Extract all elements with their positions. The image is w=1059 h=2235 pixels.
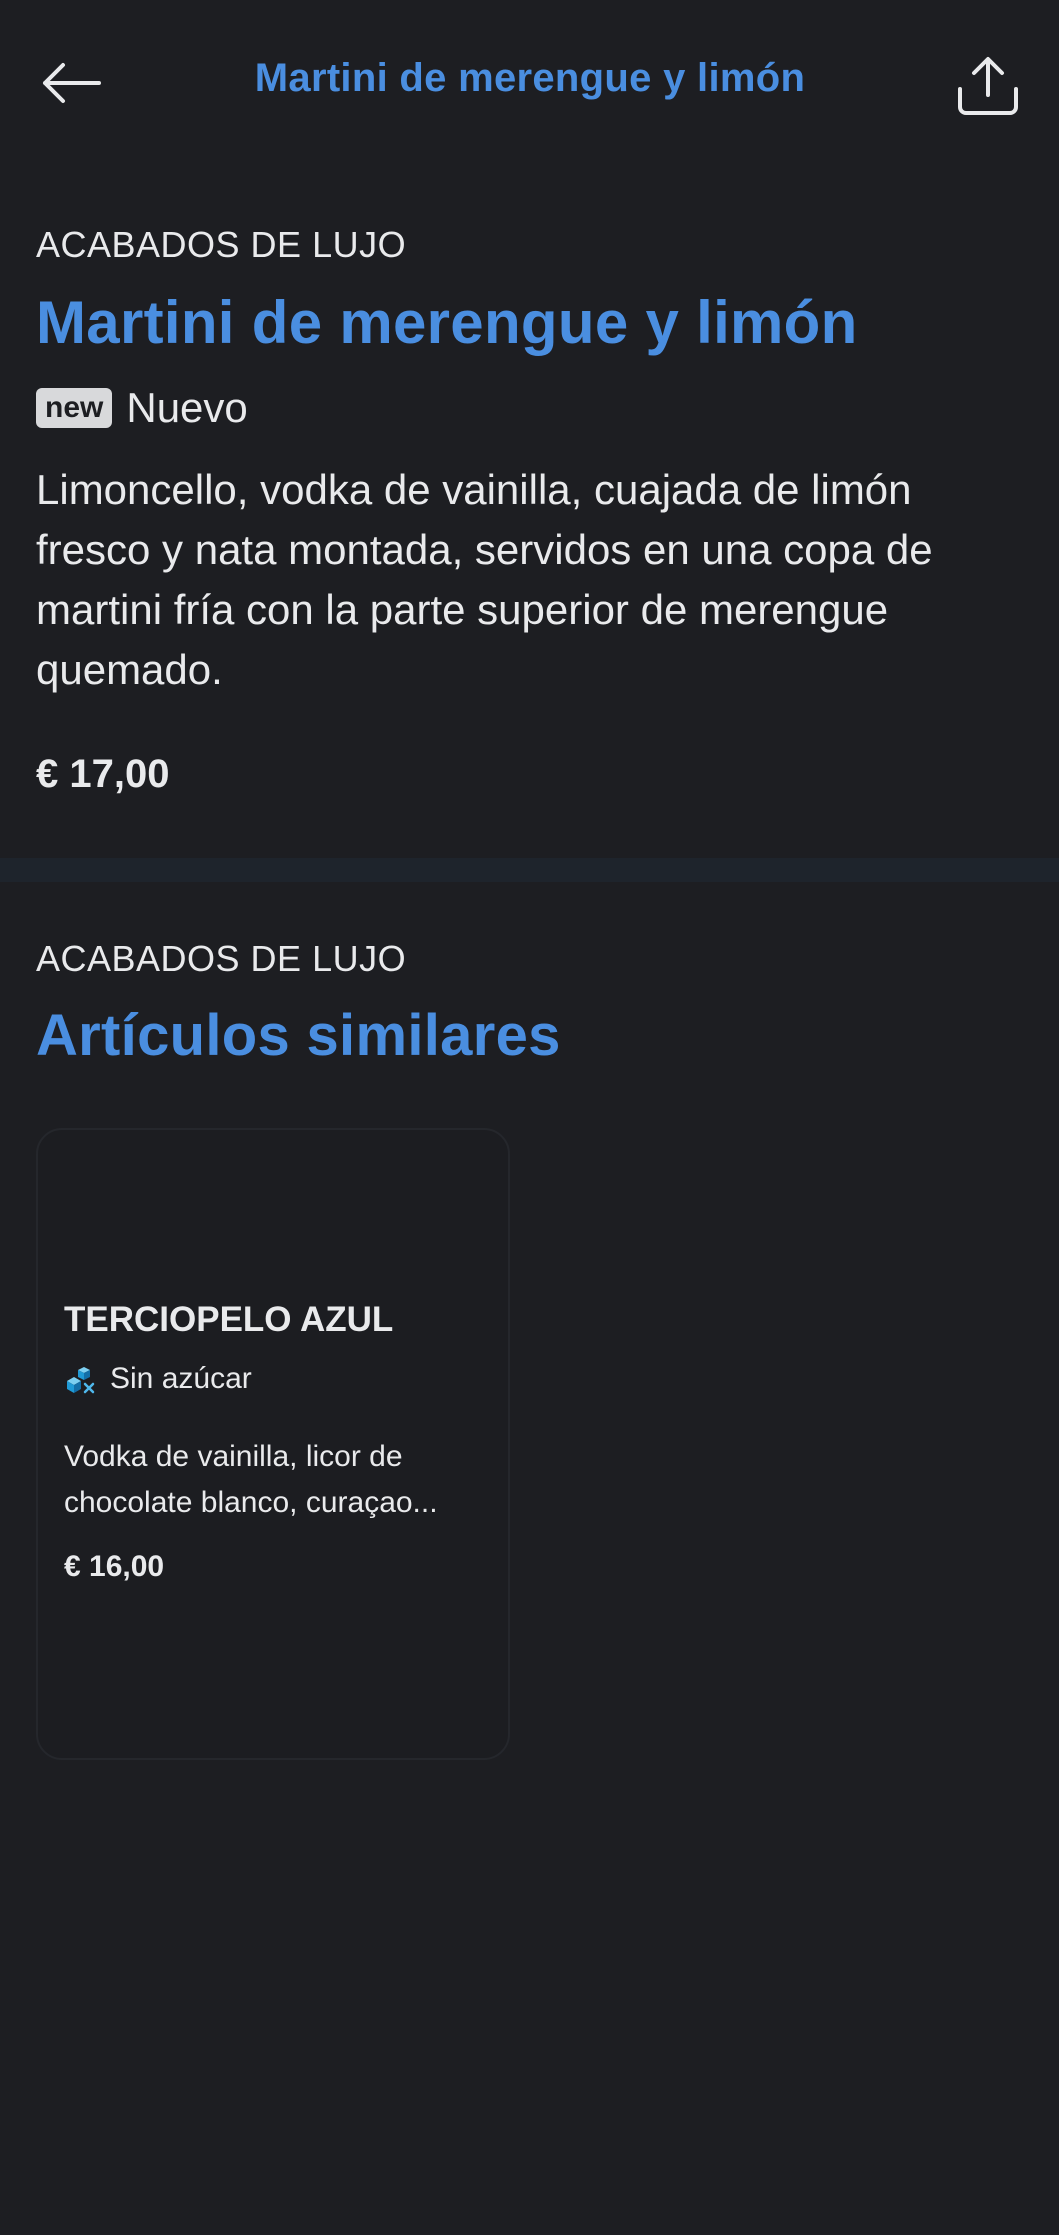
similar-item-name: TERCIOPELO AZUL — [64, 1300, 394, 1339]
similar-items-title: Artículos similares — [36, 1003, 561, 1068]
product-title: Martini de merengue y limón — [36, 289, 858, 356]
similar-item-card[interactable]: TERCIOPELO AZUL Sin azúcar Vodka de vain… — [36, 1128, 510, 1760]
new-badge-label: Nuevo — [126, 384, 248, 431]
share-button[interactable] — [948, 46, 1028, 126]
new-badge-row: new Nuevo — [36, 384, 248, 432]
similar-item-tag-label: Sin azúcar — [110, 1362, 252, 1395]
sugar-free-icon — [67, 1367, 95, 1394]
similar-item-tag: Sin azúcar — [64, 1362, 252, 1396]
similar-item-description: Vodka de vainilla, licor de chocolate bl… — [64, 1440, 438, 1519]
product-description: Limoncello, vodka de vainilla, cuajada d… — [36, 466, 933, 693]
similar-category: ACABADOS DE LUJO — [36, 938, 407, 979]
product-price: € 17,00 — [36, 752, 170, 796]
product-category: ACABADOS DE LUJO — [36, 224, 407, 265]
similar-item-price: € 16,00 — [64, 1550, 165, 1583]
top-app-bar: Martini de merengue y limón — [0, 0, 1059, 170]
new-badge: new — [36, 388, 113, 428]
arrow-left-icon — [43, 63, 101, 103]
section-divider — [0, 858, 1059, 882]
share-icon — [958, 57, 1018, 115]
header-title: Martini de merengue y limón — [254, 56, 806, 100]
back-button[interactable] — [36, 48, 106, 118]
